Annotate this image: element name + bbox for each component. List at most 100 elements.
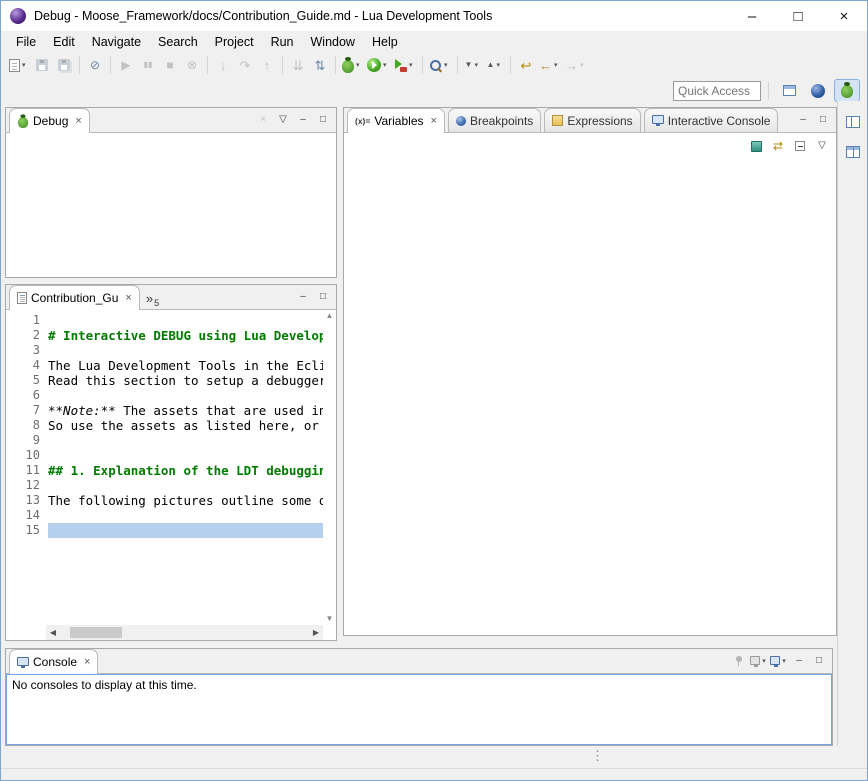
save-all-button[interactable] bbox=[53, 54, 75, 76]
editor-content[interactable]: 1 2# Interactive DEBUG using Lua Develop… bbox=[6, 310, 336, 625]
editor-vertical-scrollbar[interactable]: ▲ ▼ bbox=[323, 310, 336, 625]
maximize-window-button[interactable]: □ bbox=[775, 1, 821, 31]
menu-navigate[interactable]: Navigate bbox=[84, 33, 150, 51]
tab-debug[interactable]: Debug × bbox=[9, 108, 90, 133]
minimized-view-button[interactable] bbox=[842, 141, 864, 163]
suspend-button[interactable]: ▮▮ bbox=[137, 54, 159, 76]
line-number[interactable]: 15 bbox=[18, 523, 40, 538]
debug-view-content[interactable] bbox=[6, 133, 336, 277]
menu-edit[interactable]: Edit bbox=[45, 33, 84, 51]
line-number[interactable]: 6 bbox=[18, 388, 40, 403]
maximize-view-button[interactable]: □ bbox=[314, 111, 332, 129]
resume-button[interactable]: ▶ bbox=[115, 54, 137, 76]
annotation-ruler[interactable] bbox=[6, 418, 18, 433]
sash-grip[interactable]: ⋮ bbox=[591, 748, 604, 764]
pin-console-button[interactable] bbox=[730, 652, 748, 670]
menu-help[interactable]: Help bbox=[364, 33, 407, 51]
minimize-view-button[interactable]: – bbox=[790, 652, 808, 670]
debug-perspective-button[interactable] bbox=[834, 79, 860, 102]
save-button[interactable] bbox=[31, 54, 53, 76]
maximize-view-button[interactable]: □ bbox=[814, 111, 832, 129]
line-number[interactable]: 13 bbox=[18, 493, 40, 508]
annotation-ruler[interactable] bbox=[6, 493, 18, 508]
menu-run[interactable]: Run bbox=[263, 33, 303, 51]
annotation-ruler[interactable] bbox=[6, 448, 18, 463]
next-annotation-button[interactable]: ▼ ▾ bbox=[462, 54, 484, 76]
scrollbar-track[interactable] bbox=[60, 625, 309, 640]
maximize-view-button[interactable]: □ bbox=[810, 652, 828, 670]
view-menu-button[interactable]: ▽ bbox=[274, 111, 292, 129]
annotation-ruler[interactable] bbox=[6, 403, 18, 418]
scroll-left-icon[interactable]: ◀ bbox=[46, 628, 60, 637]
minimize-window-button[interactable]: – bbox=[729, 1, 775, 31]
close-icon[interactable]: × bbox=[84, 657, 90, 668]
quick-access-input[interactable] bbox=[673, 81, 761, 101]
show-type-names-button[interactable] bbox=[747, 137, 765, 155]
scrollbar-thumb[interactable] bbox=[70, 627, 122, 638]
show-logical-structure-button[interactable]: ⇄ bbox=[769, 137, 787, 155]
debug-button[interactable]: ▾ bbox=[340, 54, 365, 76]
minimize-view-button[interactable]: – bbox=[294, 288, 312, 306]
open-perspective-button[interactable] bbox=[776, 79, 802, 102]
minimize-view-button[interactable]: – bbox=[294, 111, 312, 129]
tab-breakpoints[interactable]: Breakpoints bbox=[448, 108, 541, 132]
disconnect-button[interactable]: ⊗ bbox=[181, 54, 203, 76]
step-return-button[interactable]: ↑ bbox=[256, 54, 278, 76]
tab-expressions[interactable]: Expressions bbox=[544, 108, 640, 132]
close-icon[interactable]: × bbox=[431, 116, 437, 127]
line-number[interactable]: 1 bbox=[18, 313, 40, 328]
menu-search[interactable]: Search bbox=[150, 33, 207, 51]
terminate-button[interactable]: ■ bbox=[159, 54, 181, 76]
console-content[interactable]: No consoles to display at this time. bbox=[6, 674, 832, 745]
annotation-ruler[interactable] bbox=[6, 433, 18, 448]
annotation-ruler[interactable] bbox=[6, 508, 18, 523]
line-number[interactable]: 14 bbox=[18, 508, 40, 523]
scroll-up-icon[interactable]: ▲ bbox=[326, 312, 334, 320]
line-number[interactable]: 11 bbox=[18, 463, 40, 478]
variables-view-content[interactable] bbox=[344, 159, 836, 635]
annotation-ruler[interactable] bbox=[6, 328, 18, 343]
editor-horizontal-scrollbar[interactable]: ◀ ▶ bbox=[46, 625, 323, 640]
external-tools-button[interactable]: ▾ bbox=[392, 54, 418, 76]
tab-console[interactable]: Console × bbox=[9, 649, 98, 674]
display-selected-console-button[interactable]: ▾ bbox=[750, 652, 768, 670]
tab-interactive-console[interactable]: Interactive Console bbox=[644, 108, 779, 132]
scroll-down-icon[interactable]: ▼ bbox=[326, 615, 334, 623]
menu-project[interactable]: Project bbox=[207, 33, 263, 51]
step-into-button[interactable]: ↓ bbox=[212, 54, 234, 76]
line-number[interactable]: 9 bbox=[18, 433, 40, 448]
tab-overflow-button[interactable]: » 5 bbox=[140, 291, 163, 309]
menu-window[interactable]: Window bbox=[303, 33, 364, 51]
annotation-ruler[interactable] bbox=[6, 478, 18, 493]
previous-annotation-button[interactable]: ▲ ▾ bbox=[484, 54, 506, 76]
line-number[interactable]: 2 bbox=[18, 328, 40, 343]
annotation-ruler[interactable] bbox=[6, 358, 18, 373]
search-button[interactable]: ▾ bbox=[427, 54, 453, 76]
line-number[interactable]: 12 bbox=[18, 478, 40, 493]
open-console-button[interactable]: ▾ bbox=[770, 652, 788, 670]
close-icon[interactable]: × bbox=[125, 293, 131, 304]
lua-perspective-button[interactable] bbox=[805, 79, 831, 102]
run-button[interactable]: ▾ bbox=[365, 54, 392, 76]
collapse-all-button[interactable] bbox=[791, 137, 809, 155]
skip-all-breakpoints-button[interactable]: ⊘ bbox=[84, 54, 106, 76]
tab-contribution-guide[interactable]: Contribution_Gu × bbox=[9, 285, 140, 310]
line-number[interactable]: 8 bbox=[18, 418, 40, 433]
annotation-ruler[interactable] bbox=[6, 313, 18, 328]
line-number[interactable]: 4 bbox=[18, 358, 40, 373]
line-number[interactable]: 5 bbox=[18, 373, 40, 388]
scroll-right-icon[interactable]: ▶ bbox=[309, 628, 323, 637]
new-button[interactable]: ▾ bbox=[7, 54, 31, 76]
step-over-button[interactable]: ↷ bbox=[234, 54, 256, 76]
close-window-button[interactable]: × bbox=[821, 1, 867, 31]
use-step-filters-button[interactable]: ⇅ bbox=[309, 54, 331, 76]
line-number[interactable]: 7 bbox=[18, 403, 40, 418]
drop-to-frame-button[interactable]: ⇊ bbox=[287, 54, 309, 76]
annotation-ruler[interactable] bbox=[6, 388, 18, 403]
annotation-ruler[interactable] bbox=[6, 343, 18, 358]
forward-button[interactable]: → ▾ bbox=[563, 54, 589, 76]
annotation-ruler[interactable] bbox=[6, 373, 18, 388]
minimized-view-button[interactable] bbox=[842, 111, 864, 133]
minimize-view-button[interactable]: – bbox=[794, 111, 812, 129]
remove-all-terminated-button[interactable]: × bbox=[254, 111, 272, 129]
